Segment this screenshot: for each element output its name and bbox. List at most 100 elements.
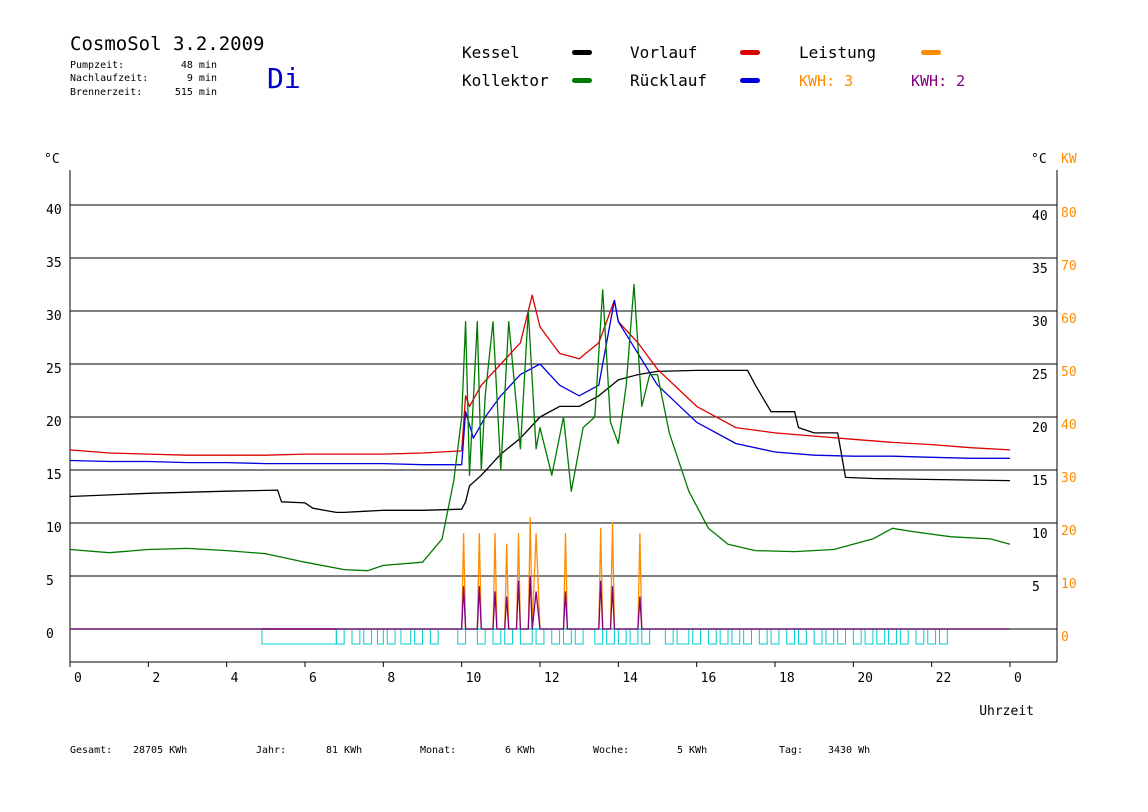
x-tick-label: 0 bbox=[74, 671, 82, 686]
y-tick-right-temp: 25 bbox=[1032, 368, 1048, 383]
pump-on-segment bbox=[629, 628, 639, 645]
pump-on-segment bbox=[351, 628, 361, 645]
y-tick-right-power: 30 bbox=[1061, 471, 1077, 486]
y-tick-right-power: 0 bbox=[1061, 630, 1069, 645]
pump-on-segment bbox=[743, 628, 753, 645]
x-tick-label: 0 bbox=[1014, 671, 1022, 686]
pump-on-segment bbox=[864, 628, 874, 645]
x-tick-label: 14 bbox=[622, 671, 638, 686]
pump-on-segment bbox=[476, 628, 486, 645]
y-tick-right-temp: 35 bbox=[1032, 262, 1048, 277]
y-tick-left: 30 bbox=[46, 309, 62, 324]
y-tick-right-power: 10 bbox=[1061, 577, 1077, 592]
y-axis-left-unit: °C bbox=[44, 152, 60, 167]
y-tick-left: 40 bbox=[46, 203, 62, 218]
nachlaufzeit-value: 9 min bbox=[187, 73, 217, 84]
y-tick-right-power: 20 bbox=[1061, 524, 1077, 539]
legend-vorlauf-swatch bbox=[740, 50, 760, 55]
gesamt-label: Gesamt: bbox=[70, 745, 112, 756]
legend-vorlauf-label: Vorlauf bbox=[630, 43, 697, 62]
monat-value: 6 KWh bbox=[505, 745, 535, 756]
x-tick-label: 18 bbox=[779, 671, 795, 686]
woche-label: Woche: bbox=[593, 745, 629, 756]
chart-canvas: CosmoSol 3.2.2009 Pumpzeit: 48 min Nachl… bbox=[44, 33, 1077, 756]
pump-on-segment bbox=[798, 628, 807, 645]
x-tick-label: 16 bbox=[701, 671, 717, 686]
pump-on-segment bbox=[492, 628, 502, 645]
series-line-kessel bbox=[69, 369, 1011, 514]
pump-on-segment bbox=[457, 628, 467, 645]
pump-on-segment bbox=[719, 628, 729, 645]
y-tick-right-temp: 40 bbox=[1032, 209, 1048, 224]
pump-on-segment bbox=[770, 628, 780, 645]
pump-on-segment bbox=[692, 628, 702, 645]
y-tick-left: 20 bbox=[46, 415, 62, 430]
monat-label: Monat: bbox=[420, 745, 456, 756]
gesamt-value: 28705 KWh bbox=[133, 745, 187, 756]
pump-on-segment bbox=[731, 628, 741, 645]
pump-on-segment bbox=[617, 628, 627, 645]
jahr-value: 81 KWh bbox=[326, 745, 362, 756]
legend-leistung-swatch bbox=[921, 50, 941, 55]
pump-on-segment bbox=[504, 628, 514, 645]
pump-on-segment bbox=[535, 628, 545, 645]
pump-on-segment bbox=[429, 628, 439, 645]
y-tick-right-temp: 15 bbox=[1032, 474, 1048, 489]
y-tick-right-temp: 10 bbox=[1032, 527, 1048, 542]
y-tick-left: 25 bbox=[46, 362, 62, 377]
y-tick-right-power: 50 bbox=[1061, 365, 1077, 380]
pump-on-segment bbox=[335, 628, 345, 645]
jahr-label: Jahr: bbox=[256, 745, 286, 756]
pumpzeit-value: 48 min bbox=[181, 60, 217, 71]
series-lines bbox=[69, 283, 1011, 630]
pump-on-segment bbox=[363, 628, 373, 645]
pump-on-segment bbox=[664, 628, 674, 645]
y-tick-right-temp: 30 bbox=[1032, 315, 1048, 330]
y-tick-right-temp: 20 bbox=[1032, 421, 1048, 436]
brennerzeit-label: Brennerzeit: bbox=[70, 87, 142, 98]
pump-on-segment bbox=[519, 628, 533, 645]
y-tick-right-temp: 5 bbox=[1032, 580, 1040, 595]
y-tick-left: 10 bbox=[46, 521, 62, 536]
tag-value: 3430 Wh bbox=[828, 745, 870, 756]
x-tick-label: 12 bbox=[544, 671, 560, 686]
pump-on-segment bbox=[400, 628, 412, 645]
series-line-leistung bbox=[70, 517, 1010, 630]
x-tick-label: 8 bbox=[387, 671, 395, 686]
pump-on-segment bbox=[899, 628, 909, 645]
tag-label: Tag: bbox=[779, 745, 803, 756]
pump-on-segment bbox=[563, 628, 572, 645]
brennerzeit-value: 515 min bbox=[175, 87, 217, 98]
pump-on-segment bbox=[813, 628, 823, 645]
pump-on-segment bbox=[852, 628, 862, 645]
x-tick-label: 6 bbox=[309, 671, 317, 686]
pump-on-segment bbox=[676, 628, 690, 645]
y-tick-right-power: 40 bbox=[1061, 418, 1077, 433]
pumpzeit-label: Pumpzeit: bbox=[70, 60, 124, 71]
legend-kwh-a: KWH: 3 bbox=[799, 72, 853, 90]
pump-on-segment bbox=[927, 628, 937, 645]
y-tick-left: 0 bbox=[46, 627, 54, 642]
legend-kollektor-swatch bbox=[572, 78, 592, 83]
chart-title: CosmoSol 3.2.2009 bbox=[70, 33, 264, 55]
pump-on-segment bbox=[376, 628, 384, 645]
legend: Kessel Kollektor Vorlauf Rücklauf Leistu… bbox=[462, 43, 965, 90]
y-tick-left: 35 bbox=[46, 256, 62, 271]
x-tick-label: 4 bbox=[231, 671, 239, 686]
x-axis-label: Uhrzeit bbox=[979, 704, 1034, 719]
pump-on-segment bbox=[414, 628, 423, 645]
pump-on-segment bbox=[707, 628, 717, 645]
legend-kessel-swatch bbox=[572, 50, 592, 55]
nachlaufzeit-label: Nachlaufzeit: bbox=[70, 73, 148, 84]
x-tick-label: 20 bbox=[857, 671, 873, 686]
weekday-label: Di bbox=[267, 62, 301, 95]
pump-on-segment bbox=[261, 628, 337, 645]
woche-value: 5 KWh bbox=[677, 745, 707, 756]
y-tick-right-power: 70 bbox=[1061, 259, 1077, 274]
pump-on-segment bbox=[641, 628, 651, 645]
legend-kollektor-label: Kollektor bbox=[462, 71, 549, 90]
y-tick-right-power: 80 bbox=[1061, 206, 1077, 221]
pump-on-segment bbox=[786, 628, 796, 645]
pump-on-segment bbox=[876, 628, 886, 645]
pump-on-segment bbox=[825, 628, 835, 645]
